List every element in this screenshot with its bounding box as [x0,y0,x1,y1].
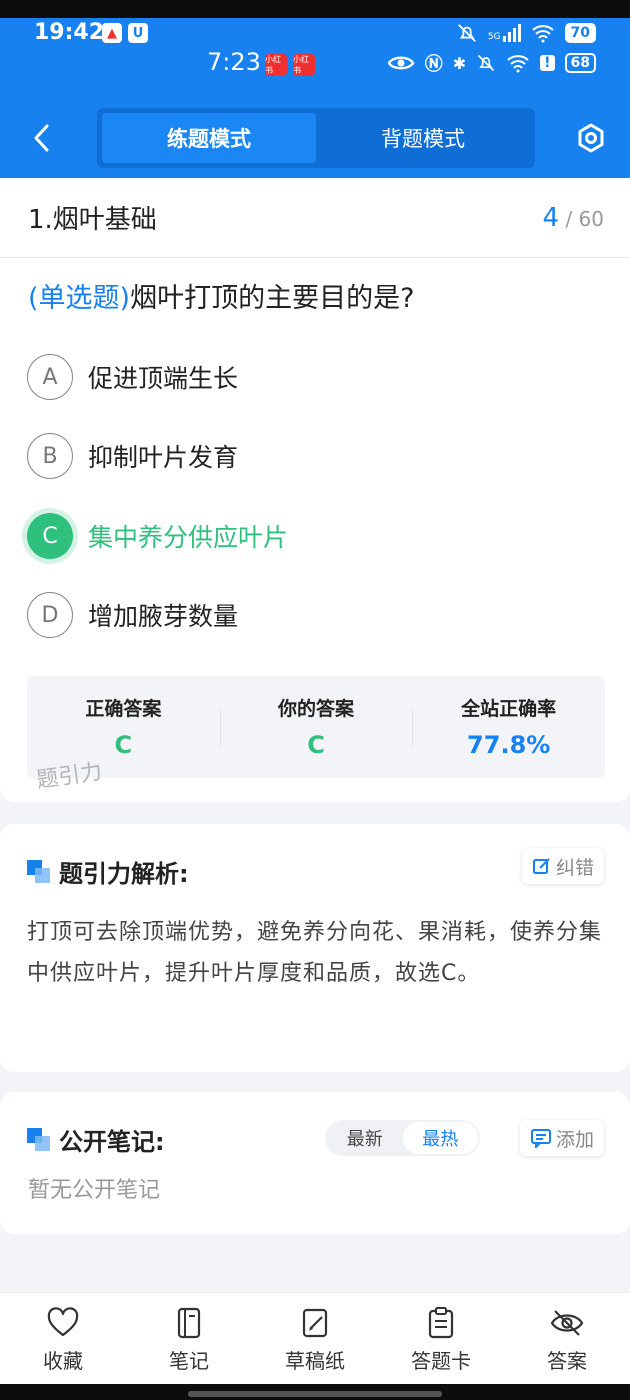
draft-pad-icon [302,1308,328,1338]
add-note-button[interactable]: 添加 [519,1120,604,1156]
mute-bell-icon [457,24,476,42]
section-square-icon [27,859,51,884]
question-card: 1.烟叶基础 4 / 60 (单选题)烟叶打顶的主要目的是? A 促进顶端生长 … [0,178,630,802]
nav-show-answer[interactable]: 答案 [504,1293,630,1384]
edit-icon [532,858,550,874]
notes-heading: 公开笔记: [27,1122,165,1157]
stat-accuracy: 全站正确率 77.8% [412,676,605,778]
add-note-label: 添加 [555,1128,594,1151]
option-text: 抑制叶片发育 [88,443,239,472]
nav-favorite[interactable]: 收藏 [0,1293,126,1384]
analysis-heading: 题引力解析: [27,854,189,889]
wifi-icon [531,25,554,43]
nav-label: 草稿纸 [285,1349,345,1373]
home-indicator[interactable] [188,1391,442,1397]
nav-notes[interactable]: 笔记 [126,1293,252,1384]
option-d[interactable]: D 增加腋芽数量 [27,592,238,638]
option-a[interactable]: A 促进顶端生长 [27,354,238,400]
bluetooth-icon: ✱ [452,53,467,73]
stat-label: 全站正确率 [461,698,557,720]
question-text: (单选题)烟叶打顶的主要目的是? [0,258,630,326]
mode-switch: 练题模式 背题模式 [97,108,535,168]
status-icons-secondary: Ⓝ ✱ ! 68 [387,50,596,76]
tab-memorize-mode[interactable]: 背题模式 [316,113,530,163]
question-counter[interactable]: 4 / 60 [543,203,604,233]
stat-your-answer: 你的答案 C [219,676,413,778]
option-text: 增加腋芽数量 [88,602,239,631]
stat-value: 77.8% [467,731,551,759]
nav-answer-sheet[interactable]: 答题卡 [378,1293,504,1384]
option-text: 促进顶端生长 [88,364,239,393]
battery-level-secondary: 68 [564,53,596,73]
heart-icon [47,1307,79,1337]
stat-value: C [114,731,133,759]
section-square-icon [27,1127,51,1152]
option-letter: A [27,354,73,400]
question-total: / 60 [565,206,604,231]
network-label: 5G [487,32,501,42]
comment-icon [530,1129,551,1148]
eye-off-icon [550,1310,584,1336]
notebook-icon [177,1307,201,1339]
analysis-text: 打顶可去除顶端优势，避免养分向花、果消耗，使养分集中供应叶片，提升叶片厚度和品质… [27,920,603,986]
mute-bell-icon [478,54,495,72]
report-error-label: 纠错 [555,856,594,879]
wifi-icon [507,55,529,73]
notes-title: 公开笔记: [59,1128,165,1156]
status-time-primary: 19:42 [34,20,105,45]
status-icons-primary: 5G 70 [456,22,596,44]
analysis-card: 题引力解析: 纠错 打顶可去除顶端优势，避免养分向花、果消耗，使养分集中供应叶片… [0,824,630,1072]
signal-icon: 5G [488,24,521,42]
stat-label: 你的答案 [278,698,355,720]
report-error-button[interactable]: 纠错 [521,848,604,884]
question-section-title: 1.烟叶基础 [28,205,157,235]
nfc-icon: Ⓝ [424,54,443,75]
xiaohongshu-icon: 小红书 [265,54,287,76]
nav-label: 收藏 [43,1349,83,1373]
chevron-left-icon [34,124,49,152]
battery-level-primary: 70 [564,23,596,43]
sort-latest[interactable]: 最新 [327,1122,403,1154]
question-type: (单选题) [28,283,131,314]
notes-sort-toggle: 最新 最热 [325,1120,480,1156]
status-app-icons: ▲ U [102,23,148,43]
xiaohongshu-icon: 小红书 [293,54,315,76]
nav-label: 答案 [547,1349,587,1373]
stat-label: 正确答案 [85,698,162,720]
bottom-toolbar: 收藏 笔记 草稿纸 答题卡 答案 [0,1292,630,1384]
question-stem: 烟叶打顶的主要目的是? [130,283,415,314]
analysis-title: 题引力解析: [59,860,189,888]
option-text: 集中养分供应叶片 [88,523,289,552]
nav-label: 答题卡 [411,1349,471,1373]
eye-icon [387,56,415,70]
notes-empty-text: 暂无公开笔记 [28,1178,161,1203]
nav-draft[interactable]: 草稿纸 [252,1293,378,1384]
notes-card: 公开笔记: 最新 最热 添加 暂无公开笔记 [0,1092,630,1234]
question-current-number: 4 [542,202,560,233]
status-time-secondary: 7:23 [207,48,261,76]
option-letter: D [27,592,73,638]
option-b[interactable]: B 抑制叶片发育 [27,433,238,479]
app-notification-icon: ▲ [102,23,122,43]
hexagon-settings-icon [578,123,604,153]
answer-sheet-icon [428,1307,454,1339]
option-letter: B [27,433,73,479]
question-header: 1.烟叶基础 4 / 60 [0,178,630,258]
tab-practice-mode[interactable]: 练题模式 [102,113,316,163]
nav-label: 笔记 [169,1349,209,1373]
back-button[interactable] [26,120,56,156]
settings-button[interactable] [574,121,608,155]
alert-icon: ! [540,55,555,71]
status-app-badges: 小红书 小红书 [265,54,315,76]
answer-stats: 正确答案 C 你的答案 C 全站正确率 77.8% [27,676,605,778]
option-letter: C [27,513,73,559]
option-c[interactable]: C 集中养分供应叶片 [27,513,288,559]
sort-hottest[interactable]: 最热 [402,1122,478,1154]
stat-value: C [307,731,325,759]
app-notification-icon: U [128,23,148,43]
status-bar-background [0,0,630,18]
